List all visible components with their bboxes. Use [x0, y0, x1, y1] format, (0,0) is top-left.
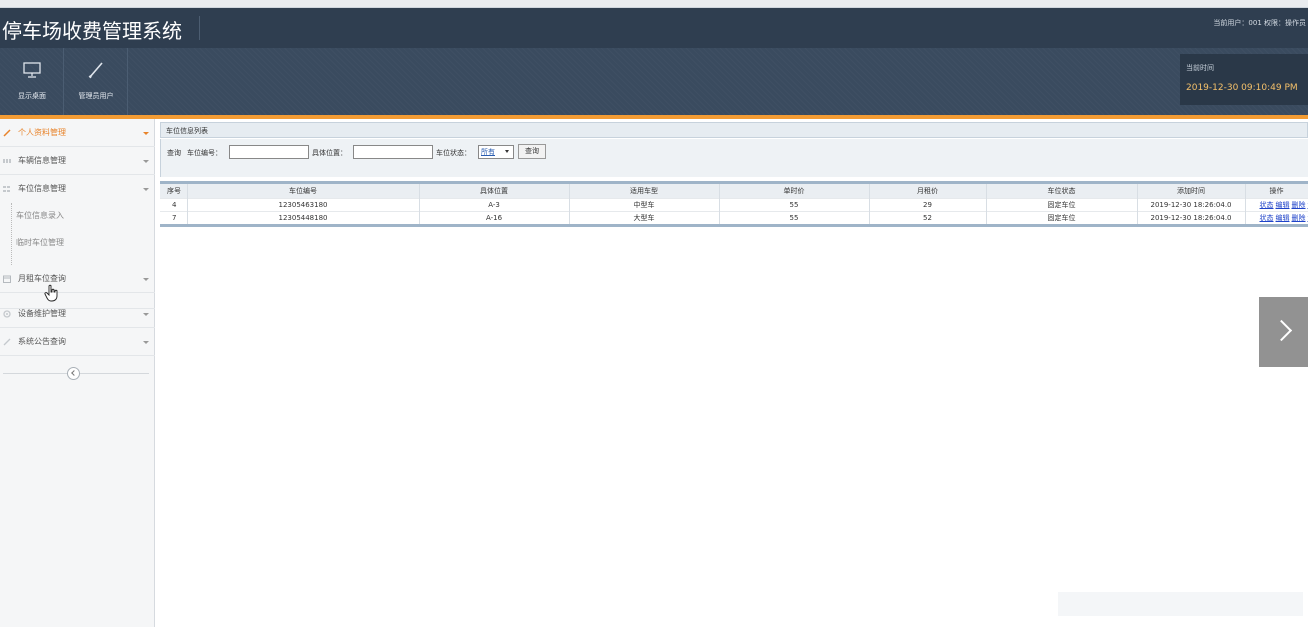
- sidebar-collapse-row: [0, 365, 155, 381]
- cell-no: 7: [160, 210, 188, 224]
- column-header: 操作: [1245, 184, 1308, 198]
- cell-location: A-3: [419, 197, 570, 211]
- query-bar: 查询 车位编号： 具体位置： 车位状态： 所有 查询: [160, 139, 1308, 177]
- sidebar-item-monthly-query[interactable]: 月租车位查询: [0, 265, 155, 293]
- sidebar-item-label: 车辆信息管理: [18, 156, 66, 165]
- sidebar-subitem-label: 临时车位管理: [16, 238, 64, 247]
- cell-added: 2019-12-30 18:26:04.0: [1137, 210, 1246, 224]
- sidebar-item-profile[interactable]: 个人资料管理: [0, 119, 155, 147]
- column-header: 具体位置: [419, 184, 570, 198]
- cell-status: 固定车位: [986, 210, 1138, 224]
- column-header: 单时价: [719, 184, 870, 198]
- cell-no: 4: [160, 197, 188, 211]
- current-time-value: 2019-12-30 09:10:49 PM: [1186, 83, 1298, 93]
- admin-user-label: 管理员用户: [78, 92, 114, 100]
- query-button[interactable]: 查询: [518, 144, 546, 159]
- pencil-icon: [3, 129, 11, 137]
- edit-link[interactable]: 编辑: [1276, 214, 1290, 222]
- hand-cursor-icon: [44, 284, 58, 302]
- edit-link[interactable]: 编辑: [1276, 201, 1290, 209]
- status-link[interactable]: 状态: [1260, 214, 1274, 222]
- cell-status: 固定车位: [986, 197, 1138, 211]
- calendar-icon: [3, 275, 11, 283]
- show-desktop-label: 显示桌面: [18, 92, 46, 100]
- query-prefix-label: 查询: [167, 149, 181, 157]
- gear-icon: [3, 310, 11, 318]
- space-code-input[interactable]: [229, 145, 309, 159]
- monitor-icon: [23, 62, 41, 78]
- collapse-sidebar-button[interactable]: [67, 367, 80, 380]
- space-code-label: 车位编号：: [187, 149, 222, 157]
- cell-hour-price: 55: [719, 197, 870, 211]
- app-header: 停车场收费管理系统 当前用户：001 权限：操作员: [0, 8, 1308, 48]
- column-header: 添加时间: [1137, 184, 1246, 198]
- cell-hour-price: 55: [719, 210, 870, 224]
- cell-code: 12305463180: [187, 197, 420, 211]
- sidebar-item-label: 车位信息管理: [18, 184, 66, 193]
- overlay-placeholder: [1058, 592, 1303, 616]
- chevron-down-icon: [143, 132, 149, 135]
- cell-ops: 状态编辑删除详情: [1245, 210, 1308, 224]
- pencil-icon: [3, 338, 11, 346]
- column-header: 适用车型: [569, 184, 720, 198]
- sidebar-subitem-temp-space[interactable]: 临时车位管理: [14, 233, 144, 253]
- table-row: 7 12305448180 A-16 大型车 55 52 固定车位 2019-1…: [160, 210, 1308, 224]
- column-header: 车位状态: [986, 184, 1138, 198]
- cell-added: 2019-12-30 18:26:04.0: [1137, 197, 1246, 211]
- current-time-label: 当前时间: [1186, 64, 1214, 72]
- delete-link[interactable]: 删除: [1292, 201, 1306, 209]
- sidebar-item-vehicle[interactable]: 车辆信息管理: [0, 147, 155, 175]
- submenu-guide-line: [11, 203, 12, 265]
- current-time-box: 当前时间 2019-12-30 09:10:49 PM: [1180, 54, 1308, 105]
- panel-header: 车位信息列表: [160, 122, 1308, 138]
- cell-location: A-16: [419, 210, 570, 224]
- cell-code: 12305448180: [187, 210, 420, 224]
- toolbar: 显示桌面 管理员用户 当前时间 2019-12-30 09:10:49 PM: [0, 48, 1308, 115]
- user-info: 当前用户：001 权限：操作员: [1213, 19, 1306, 27]
- accent-divider: [0, 115, 1308, 119]
- chevron-down-icon: [143, 278, 149, 281]
- sidebar-item-label: 月租车位查询: [18, 274, 66, 283]
- app-title: 停车场收费管理系统: [2, 19, 182, 43]
- grid-icon: [3, 159, 11, 163]
- column-header: 车位编号: [187, 184, 420, 198]
- grid-icon: [3, 186, 10, 192]
- next-slide-button[interactable]: [1259, 297, 1308, 367]
- sidebar-item-label: 个人资料管理: [18, 128, 66, 137]
- pencil-icon: [88, 62, 103, 79]
- cell-month-price: 29: [869, 197, 987, 211]
- table-header-row: 序号 车位编号 具体位置 适用车型 单时价 月租价 车位状态 添加时间 操作: [160, 184, 1308, 198]
- admin-user-button[interactable]: 管理员用户: [64, 48, 128, 115]
- sidebar-subitem-space-entry[interactable]: 车位信息录入: [14, 206, 144, 226]
- location-input[interactable]: [353, 145, 433, 159]
- chevron-down-icon: [143, 313, 149, 316]
- space-table: 序号 车位编号 具体位置 适用车型 单时价 月租价 车位状态 添加时间 操作 4…: [160, 181, 1308, 227]
- title-divider: [199, 16, 200, 40]
- location-label: 具体位置：: [312, 149, 347, 157]
- panel-title: 车位信息列表: [166, 127, 208, 135]
- sidebar-item-label: 系统公告查询: [18, 337, 66, 346]
- chevron-down-icon: [143, 188, 149, 191]
- cell-ops: 状态编辑删除详情: [1245, 197, 1308, 211]
- cell-type: 大型车: [569, 210, 720, 224]
- browser-top-strip: [0, 0, 1308, 8]
- show-desktop-button[interactable]: 显示桌面: [0, 48, 64, 115]
- chevron-down-icon: [143, 160, 149, 163]
- sidebar-subitem-label: 车位信息录入: [16, 211, 64, 220]
- chevron-down-icon: [143, 341, 149, 344]
- sidebar-item-equipment[interactable]: 设备维护管理: [0, 300, 155, 328]
- status-label: 车位状态：: [436, 149, 471, 157]
- cell-month-price: 52: [869, 210, 987, 224]
- sidebar-item-label: 设备维护管理: [18, 309, 66, 318]
- column-header: 序号: [160, 184, 188, 198]
- delete-link[interactable]: 删除: [1292, 214, 1306, 222]
- column-header: 月租价: [869, 184, 987, 198]
- status-select[interactable]: 所有: [478, 145, 514, 159]
- status-link[interactable]: 状态: [1260, 201, 1274, 209]
- sidebar: 个人资料管理 车辆信息管理 车位信息管理 车位信息录入 临时车位管理 月租车位查…: [0, 119, 155, 627]
- table-row: 4 12305463180 A-3 中型车 55 29 固定车位 2019-12…: [160, 197, 1308, 211]
- sidebar-item-notice[interactable]: 系统公告查询: [0, 328, 155, 356]
- cell-type: 中型车: [569, 197, 720, 211]
